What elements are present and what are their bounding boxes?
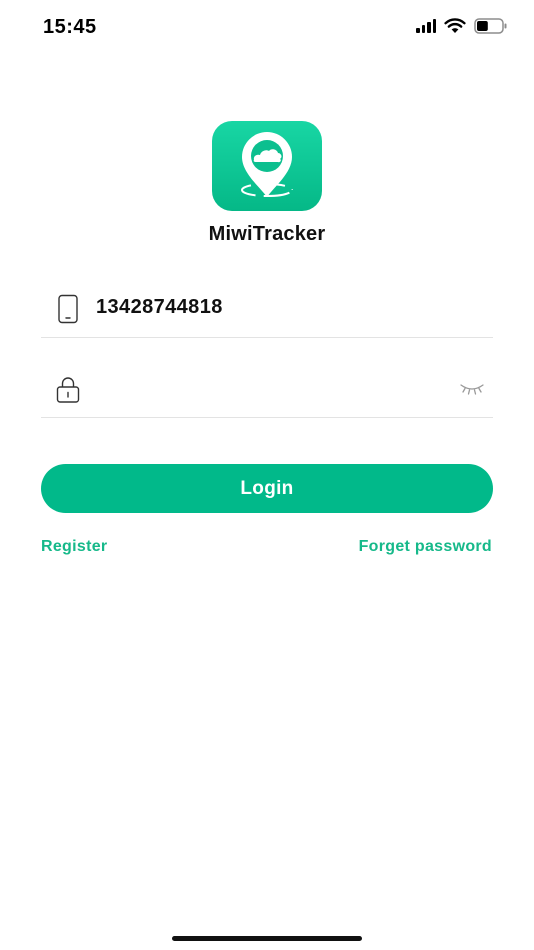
password-field-row[interactable] — [41, 358, 493, 418]
status-icons — [416, 18, 508, 34]
login-button[interactable]: Login — [41, 464, 493, 513]
password-input[interactable] — [96, 372, 436, 406]
wifi-icon — [444, 18, 466, 33]
lock-icon — [56, 377, 80, 403]
forget-password-link[interactable]: Forget password — [359, 538, 492, 556]
home-indicator — [172, 936, 362, 941]
battery-icon — [474, 18, 507, 34]
location-pin-cloud-icon — [212, 121, 322, 211]
status-bar: 15:45 — [0, 0, 534, 56]
status-time: 15:45 — [43, 16, 97, 38]
phone-icon — [58, 294, 78, 324]
eye-closed-icon[interactable] — [459, 380, 485, 396]
register-link[interactable]: Register — [41, 538, 107, 556]
phone-field-row[interactable]: 13428744818 — [41, 278, 493, 338]
signal-icon — [416, 19, 436, 33]
phone-input[interactable]: 13428744818 — [96, 296, 223, 319]
app-name: MiwiTracker — [208, 223, 326, 245]
